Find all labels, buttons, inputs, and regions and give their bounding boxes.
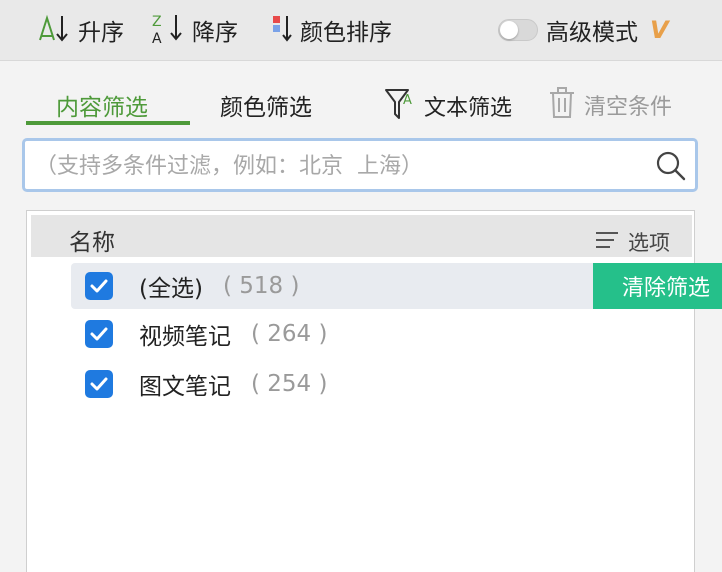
filter-list-panel: 名称 选项 (全选) ( 518 ) 清除筛选 视频笔记 ( 264 ) 图文笔… <box>26 210 722 572</box>
advanced-mode: 高级模式 V <box>498 14 669 46</box>
list-item-video-notes[interactable]: 视频笔记 ( 264 ) <box>71 311 327 357</box>
list-item-image-notes[interactable]: 图文笔记 ( 254 ) <box>71 361 327 407</box>
sort-ascending-label: 升序 <box>78 20 124 46</box>
tab-content-filter[interactable]: 内容筛选 <box>56 88 148 122</box>
column-header-name: 名称 <box>69 230 115 256</box>
list-item-count: ( 264 ) <box>251 321 328 347</box>
list-header: 名称 选项 <box>31 215 692 257</box>
list-item-label: 图文笔记 <box>139 374 231 400</box>
sort-ascending-icon <box>36 12 72 48</box>
checkbox-checked-icon[interactable] <box>85 370 113 398</box>
options-list-icon <box>594 229 620 255</box>
sort-descending-icon: Z A <box>150 11 186 49</box>
sort-ascending-button[interactable]: 升序 <box>36 14 124 46</box>
options-label: 选项 <box>628 231 670 255</box>
active-tab-underline <box>26 121 190 125</box>
search-input[interactable] <box>33 147 647 185</box>
checkbox-checked-icon[interactable] <box>85 320 113 348</box>
toggle-knob <box>500 21 518 39</box>
text-filter-funnel-icon: A <box>384 86 418 126</box>
options-button[interactable]: 选项 <box>594 227 670 257</box>
clear-conditions-button[interactable]: 清空条件 <box>548 86 672 124</box>
advanced-mode-label: 高级模式 <box>546 20 638 46</box>
clear-filter-button[interactable]: 清除筛选 <box>593 263 722 309</box>
search-icon[interactable] <box>655 150 687 186</box>
list-item-count: ( 518 ) <box>222 273 300 299</box>
toolbar: 升序 Z A 降序 颜色排序 高级模式 V <box>0 0 722 61</box>
list-item-select-all[interactable]: (全选) ( 518 ) 清除筛选 <box>71 263 722 309</box>
checkbox-checked-icon[interactable] <box>85 272 113 300</box>
advanced-mode-toggle[interactable] <box>498 19 538 41</box>
vip-icon: V <box>650 16 669 44</box>
color-sort-icon <box>270 12 294 48</box>
trash-icon <box>548 86 576 124</box>
list-item-label: (全选) <box>139 276 203 302</box>
svg-text:A: A <box>403 93 412 108</box>
list-item-label: 视频笔记 <box>139 324 231 350</box>
color-sort-label: 颜色排序 <box>300 20 392 46</box>
sort-desc-icon-letter-a: A <box>152 31 162 45</box>
sort-desc-icon-letter-z: Z <box>152 14 162 30</box>
list-item-count: ( 254 ) <box>251 371 328 397</box>
tab-color-filter[interactable]: 颜色筛选 <box>220 88 312 122</box>
color-sort-button[interactable]: 颜色排序 <box>270 14 392 46</box>
sort-descending-label: 降序 <box>192 20 238 46</box>
text-filter-button[interactable]: A 文本筛选 <box>384 86 512 126</box>
clear-conditions-label: 清空条件 <box>584 95 673 120</box>
sort-descending-button[interactable]: Z A 降序 <box>150 11 238 49</box>
text-filter-label: 文本筛选 <box>424 96 513 121</box>
search-box <box>22 138 698 192</box>
